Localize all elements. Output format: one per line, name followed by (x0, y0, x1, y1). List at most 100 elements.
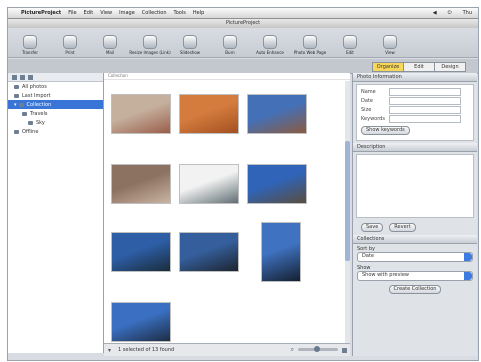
sidebar-header (8, 73, 103, 82)
vertical-scrollbar[interactable] (345, 81, 350, 343)
thumb-ruins-blue[interactable] (248, 165, 306, 203)
sidebar-item[interactable]: ▾ Collection (8, 100, 103, 109)
view-mode-design[interactable]: Design (434, 62, 466, 72)
toolbar-button-label: Slideshow (179, 50, 201, 55)
revert-button[interactable]: Revert (389, 223, 416, 232)
album-icon (14, 93, 19, 98)
clock[interactable]: Thu (463, 10, 472, 16)
toolbar-button-label: Resize Images (Link) (129, 50, 171, 55)
keywords-field[interactable] (389, 114, 461, 123)
toolbar-button-label: Photo Web Page (293, 50, 327, 55)
photo-info-panel: Name Date Size Keywords Show keywords (356, 84, 474, 141)
name-field[interactable] (389, 87, 461, 96)
sidebar-item-label: Sky (36, 119, 45, 126)
folder-icon[interactable] (28, 74, 33, 80)
menu-help[interactable]: Help (193, 10, 204, 16)
save-button[interactable]: Save (361, 223, 384, 232)
inspector: Photo Information Name Date Size Keyword… (352, 73, 477, 356)
size-field[interactable] (389, 105, 461, 114)
thumb-cliff-sea[interactable] (112, 165, 170, 203)
sidebar-item[interactable]: All photos (8, 82, 103, 91)
grid-icon[interactable] (12, 74, 17, 80)
toolbar-button-4[interactable]: Slideshow (172, 29, 208, 57)
print-icon (64, 36, 76, 48)
window-titlebar: PictureProject (8, 19, 478, 28)
album-icon (14, 129, 19, 134)
grid-size-icon[interactable] (342, 347, 347, 353)
thumb-tower-blue[interactable] (248, 95, 306, 133)
sidebar-item-label: Last Import (22, 92, 51, 99)
description-title: Description (353, 143, 477, 152)
sidebar-item-label: All photos (22, 83, 47, 90)
sidebar-item[interactable]: Offline (8, 127, 103, 136)
burn-icon (224, 36, 236, 48)
toolbar-button-6[interactable]: Auto Enhance (252, 29, 288, 57)
thumb-palms-1[interactable] (112, 233, 170, 271)
thumb-clouds-sea[interactable] (180, 165, 238, 203)
view-mode-edit[interactable]: Edit (403, 62, 435, 72)
disclosure-icon[interactable]: ▾ (108, 347, 111, 354)
zoom-handle[interactable] (314, 346, 320, 352)
thumb-palm-sky[interactable] (112, 303, 170, 341)
power-icon[interactable]: ⏻ (448, 10, 452, 16)
thumb-orange-rock[interactable] (180, 95, 238, 133)
menu-app[interactable]: PictureProject (21, 10, 61, 16)
browser-footer: ▾ 1 selected of 13 found ⌕ (104, 343, 350, 356)
album-icon (18, 102, 24, 107)
toolbar-button-7[interactable]: Photo Web Page (292, 29, 328, 57)
thumb-building-pink[interactable] (112, 95, 170, 133)
list-icon[interactable] (20, 74, 25, 80)
sidebar-item-label: Travels (30, 110, 48, 117)
scrollbar-knob[interactable] (345, 141, 350, 261)
toolbar-button-label: View (385, 50, 395, 55)
toolbar-button-label: Mail (105, 50, 115, 55)
sidebar-item[interactable]: Last Import (8, 91, 103, 100)
toolbar-button-5[interactable]: Burn (212, 29, 248, 57)
description-field[interactable] (356, 154, 474, 218)
sidebar-list: All photos Last Import ▾ Collection Travels S… (8, 82, 103, 136)
collections-title: Collections (353, 235, 477, 244)
toolbar-button-2[interactable]: Mail (92, 29, 128, 57)
sidebar-item-label: Offline (22, 128, 39, 135)
date-field[interactable] (389, 96, 461, 105)
volume-icon[interactable]: ◀ (433, 10, 437, 16)
toolbar-button-1[interactable]: Print (52, 29, 88, 57)
sidebar: All photos Last Import ▾ Collection Travels S… (8, 73, 104, 353)
web-icon (304, 36, 316, 48)
browser-header: Collection (104, 73, 350, 80)
view-mode-organize[interactable]: Organize (372, 62, 404, 72)
menu-tools[interactable]: Tools (174, 10, 186, 16)
popup-arrow-icon (464, 272, 472, 280)
thumb-palms-2[interactable] (180, 233, 238, 271)
toolbar-button-3[interactable]: Resize Images (Link) (129, 29, 171, 57)
toolbar-button-label: Edit (346, 50, 354, 55)
photo-browser: Collection ▾ 1 selected of 13 found ⌕ (104, 73, 350, 356)
show-popup[interactable]: Show with preview (357, 271, 473, 281)
toolbar-button-9[interactable]: View (372, 29, 408, 57)
menu-view[interactable]: View (100, 10, 112, 16)
menu-image[interactable]: Image (119, 10, 135, 16)
toolbar-button-label: Auto Enhance (256, 50, 284, 55)
disclosure-triangle-icon[interactable]: ▾ (14, 102, 17, 108)
menu-file[interactable]: File (68, 10, 76, 16)
album-icon (22, 111, 27, 116)
toolbar-button-label: Print (65, 50, 75, 55)
show-keywords-button[interactable]: Show keywords (361, 126, 410, 135)
field-date: Date (357, 96, 473, 105)
menu-edit[interactable]: Edit (84, 10, 94, 16)
mail-icon (104, 36, 116, 48)
menu-extras: ◀ ⏻ Thu (426, 10, 472, 16)
collection-options: Sort by Date Show Show with preview Crea… (353, 244, 477, 296)
toolbar-button-0[interactable]: Transfer (12, 29, 48, 57)
menu-collection[interactable]: Collection (142, 10, 167, 16)
zoom-slider[interactable] (298, 346, 338, 352)
toolbar-button-label: Transfer (21, 50, 39, 55)
create-collection-button[interactable]: Create Collection (388, 285, 442, 294)
sidebar-item-label: Collection (26, 101, 52, 108)
toolbar-button-8[interactable]: Edit (332, 29, 368, 57)
thumb-palm-tall[interactable] (262, 223, 300, 281)
slideshow-icon (184, 36, 196, 48)
sidebar-item[interactable]: Travels (8, 109, 103, 118)
sidebar-item[interactable]: Sky (8, 118, 103, 127)
sort-popup[interactable]: Date (357, 252, 473, 262)
